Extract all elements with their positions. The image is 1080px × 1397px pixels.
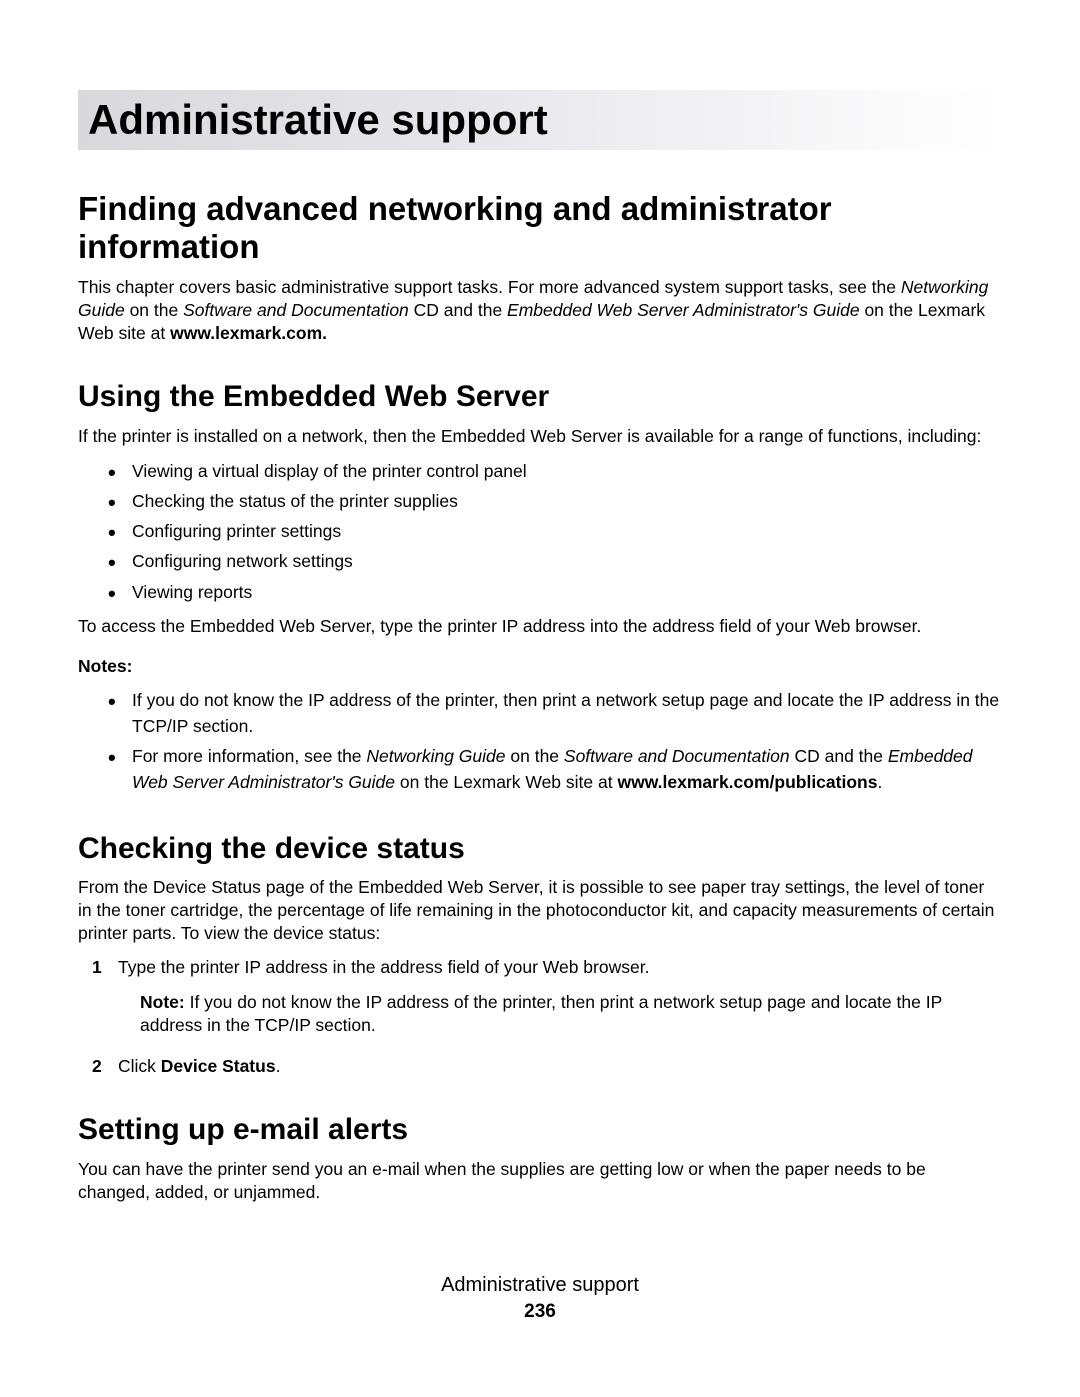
section-ews-access: To access the Embedded Web Server, type …	[78, 615, 1002, 638]
list-item: Configuring printer settings	[108, 518, 1002, 544]
section-status-intro: From the Device Status page of the Embed…	[78, 876, 1002, 944]
section-finding-title: Finding advanced networking and administ…	[78, 190, 1002, 266]
text-bold: Note:	[140, 992, 190, 1012]
text-italic: Embedded Web Server Administrator's Guid…	[507, 300, 860, 320]
chapter-title: Administrative support	[78, 90, 1002, 150]
text-fragment: CD and the	[409, 300, 507, 320]
section-email-title: Setting up e-mail alerts	[78, 1113, 1002, 1148]
ews-notes-list: If you do not know the IP address of the…	[108, 687, 1002, 796]
page-footer: Administrative support 236	[78, 1271, 1002, 1323]
list-item: Checking the status of the printer suppl…	[108, 488, 1002, 514]
text-italic: Networking Guide	[366, 746, 505, 766]
text-fragment: .	[276, 1056, 281, 1076]
ews-functions-list: Viewing a virtual display of the printer…	[108, 458, 1002, 605]
list-item: Configuring network settings	[108, 548, 1002, 574]
text-italic: Software and Documentation	[564, 746, 790, 766]
list-item: Type the printer IP address in the addre…	[92, 956, 1002, 1036]
footer-chapter: Administrative support	[78, 1271, 1002, 1299]
section-email-intro: You can have the printer send you an e-m…	[78, 1158, 1002, 1204]
text-bold: www.lexmark.com.	[170, 323, 327, 343]
list-item: Viewing reports	[108, 579, 1002, 605]
list-item: Click Device Status.	[92, 1055, 1002, 1078]
text-italic: Software and Documentation	[183, 300, 409, 320]
text-fragment: on the	[125, 300, 183, 320]
notes-label: Notes:	[78, 656, 1002, 677]
section-status-title: Checking the device status	[78, 832, 1002, 867]
text-fragment: Click	[118, 1056, 161, 1076]
text-fragment: on the	[506, 746, 564, 766]
section-finding-para: This chapter covers basic administrative…	[78, 276, 1002, 344]
text-fragment: on the Lexmark Web site at	[395, 772, 617, 792]
list-item: If you do not know the IP address of the…	[108, 687, 1002, 740]
text-fragment: For more information, see the	[132, 746, 366, 766]
status-steps: Type the printer IP address in the addre…	[92, 956, 1002, 1077]
text-fragment: If you do not know the IP address of the…	[140, 992, 942, 1035]
text-bold: Device Status	[161, 1056, 276, 1076]
list-item: For more information, see the Networking…	[108, 743, 1002, 796]
section-ews-intro: If the printer is installed on a network…	[78, 425, 1002, 448]
text-bold: www.lexmark.com/publications	[617, 772, 877, 792]
text-fragment: CD and the	[790, 746, 888, 766]
text-fragment: This chapter covers basic administrative…	[78, 277, 901, 297]
section-ews-title: Using the Embedded Web Server	[78, 380, 1002, 415]
step-text: Type the printer IP address in the addre…	[118, 957, 649, 977]
text-fragment: .	[877, 772, 882, 792]
step-note: Note: If you do not know the IP address …	[140, 991, 1002, 1037]
footer-page-number: 236	[78, 1301, 1002, 1323]
list-item: Viewing a virtual display of the printer…	[108, 458, 1002, 484]
